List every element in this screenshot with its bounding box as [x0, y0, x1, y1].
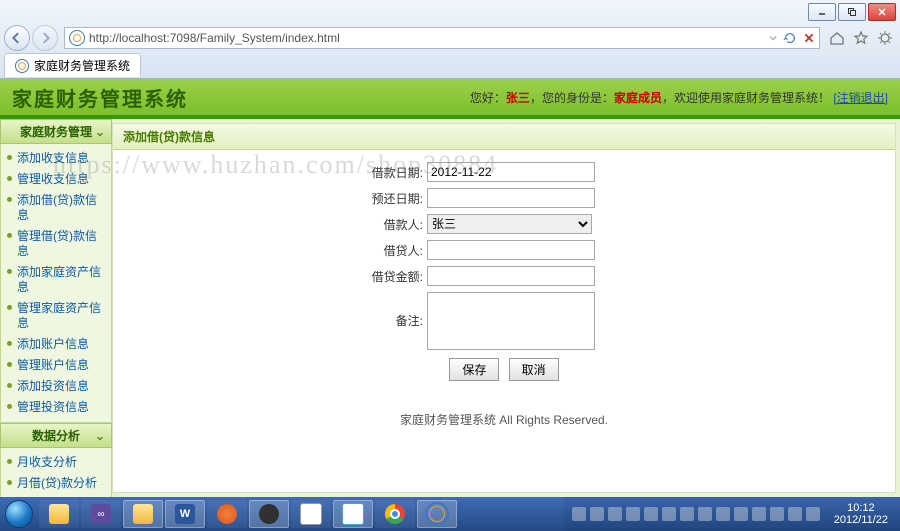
sidebar: 家庭财务管理⌄ 添加收支信息管理收支信息添加借(贷)款信息管理借(贷)款信息添加…	[0, 119, 112, 497]
note-label: 备注:	[333, 292, 427, 329]
tray-icon[interactable]	[590, 507, 604, 521]
start-button[interactable]	[0, 497, 38, 531]
system-tray: 10:12 2012/11/22	[564, 497, 900, 531]
main-panel: https://www.huzhan.com/shop30884 添加借(贷)款…	[112, 123, 896, 493]
ie-icon	[15, 59, 29, 73]
favorites-icon[interactable]	[850, 27, 872, 49]
maximize-button[interactable]	[838, 3, 866, 21]
lender-input[interactable]	[427, 240, 595, 260]
taskbar-item-notepad[interactable]	[333, 500, 373, 528]
panel-title: 添加借(贷)款信息	[113, 124, 895, 150]
return-date-input[interactable]	[427, 188, 595, 208]
sidebar-group-finance[interactable]: 家庭财务管理⌄	[0, 119, 112, 144]
forward-button[interactable]	[32, 25, 58, 51]
taskbar: ∞ W 10:12 2012/11/22	[0, 497, 900, 531]
user-status: 您好：张三，您的身份是：家庭成员，欢迎使用家庭财务管理系统！ [注销退出]	[470, 89, 888, 106]
taskbar-item-word[interactable]: W	[165, 500, 205, 528]
sidebar-item[interactable]: 管理收支信息	[1, 169, 111, 190]
form: 借款日期: 预还日期: 借款人:张三 借贷人: 借贷金额: 备注: 保存 取消	[113, 150, 895, 393]
role: 家庭成员	[614, 91, 662, 105]
date-input[interactable]	[427, 162, 595, 182]
sidebar-item[interactable]: 管理家庭资产信息	[1, 298, 111, 334]
logout-link[interactable]: [注销退出]	[833, 91, 888, 105]
tray-icon[interactable]	[806, 507, 820, 521]
app-header: 家庭财务管理系统 您好：张三，您的身份是：家庭成员，欢迎使用家庭财务管理系统！ …	[0, 79, 900, 116]
sidebar-item[interactable]: 添加借(贷)款信息	[1, 190, 111, 226]
tab-title: 家庭财务管理系统	[34, 57, 130, 74]
chevron-icon: ⌄	[95, 429, 105, 443]
window-controls	[0, 0, 900, 24]
tray-icon[interactable]	[662, 507, 676, 521]
taskbar-item-qq[interactable]	[249, 500, 289, 528]
dropdown-icon[interactable]	[769, 34, 777, 42]
sidebar-item[interactable]: 月借(贷)款分析	[1, 473, 111, 494]
ie-icon	[69, 30, 85, 46]
tray-icon[interactable]	[788, 507, 802, 521]
windows-orb-icon	[5, 500, 33, 528]
app: 家庭财务管理系统 您好：张三，您的身份是：家庭成员，欢迎使用家庭财务管理系统！ …	[0, 79, 900, 497]
cancel-button[interactable]: 取消	[509, 358, 559, 381]
stop-icon[interactable]	[803, 32, 815, 44]
borrower-select[interactable]: 张三	[427, 214, 592, 234]
lender-label: 借贷人:	[333, 242, 427, 259]
tray-icon[interactable]	[716, 507, 730, 521]
tools-icon[interactable]	[874, 27, 896, 49]
tray-icon[interactable]	[770, 507, 784, 521]
taskbar-item-app2[interactable]	[291, 500, 331, 528]
home-icon[interactable]	[826, 27, 848, 49]
sidebar-list-finance: 添加收支信息管理收支信息添加借(贷)款信息管理借(贷)款信息添加家庭资产信息管理…	[0, 144, 112, 423]
sidebar-item[interactable]: 添加家庭资产信息	[1, 262, 111, 298]
clock[interactable]: 10:12 2012/11/22	[828, 502, 894, 526]
date-label: 借款日期:	[333, 164, 427, 181]
sidebar-item[interactable]: 添加账户信息	[1, 334, 111, 355]
tray-icon[interactable]	[608, 507, 622, 521]
amount-label: 借贷金额:	[333, 268, 427, 285]
tray-icon[interactable]	[644, 507, 658, 521]
sidebar-item[interactable]: 管理借(贷)款信息	[1, 226, 111, 262]
minimize-button[interactable]	[808, 3, 836, 21]
tray-icon[interactable]	[626, 507, 640, 521]
taskbar-item-app1[interactable]	[207, 500, 247, 528]
borrower-label: 借款人:	[333, 216, 427, 233]
return-date-label: 预还日期:	[333, 190, 427, 207]
chevron-icon: ⌄	[95, 125, 105, 139]
browser-chrome: http://localhost:7098/Family_System/inde…	[0, 0, 900, 79]
taskbar-item-ie[interactable]	[417, 500, 457, 528]
footer: 家庭财务管理系统 All Rights Reserved.	[113, 393, 895, 446]
tray-icon[interactable]	[698, 507, 712, 521]
browser-tab[interactable]: 家庭财务管理系统	[4, 53, 141, 77]
tab-row: 家庭财务管理系统	[0, 52, 900, 78]
sidebar-item[interactable]: 管理账户信息	[1, 355, 111, 376]
amount-input[interactable]	[427, 266, 595, 286]
sidebar-item[interactable]: 月收支分析	[1, 452, 111, 473]
sidebar-item[interactable]: 添加投资信息	[1, 376, 111, 397]
back-button[interactable]	[4, 25, 30, 51]
clock-time: 10:12	[834, 502, 888, 514]
address-bar[interactable]: http://localhost:7098/Family_System/inde…	[64, 27, 820, 49]
username: 张三	[506, 91, 530, 105]
app-title: 家庭财务管理系统	[12, 83, 188, 112]
tray-icon[interactable]	[752, 507, 766, 521]
sidebar-group-analysis[interactable]: 数据分析⌄	[0, 423, 112, 448]
tray-icon[interactable]	[572, 507, 586, 521]
sidebar-item[interactable]: 管理投资信息	[1, 397, 111, 418]
sidebar-item[interactable]: 添加收支信息	[1, 148, 111, 169]
taskbar-item-vs[interactable]: ∞	[81, 500, 121, 528]
taskbar-item-chrome[interactable]	[375, 500, 415, 528]
tray-icon[interactable]	[680, 507, 694, 521]
refresh-icon[interactable]	[783, 31, 797, 45]
sidebar-item[interactable]: 家庭资产分析	[1, 494, 111, 497]
clock-date: 2012/11/22	[834, 514, 888, 526]
address-row: http://localhost:7098/Family_System/inde…	[0, 24, 900, 52]
note-textarea[interactable]	[427, 292, 595, 350]
save-button[interactable]: 保存	[449, 358, 499, 381]
taskbar-item-folder[interactable]	[123, 500, 163, 528]
url-text: http://localhost:7098/Family_System/inde…	[89, 31, 340, 45]
close-button[interactable]	[868, 3, 896, 21]
taskbar-item-explorer[interactable]	[39, 500, 79, 528]
tray-icon[interactable]	[734, 507, 748, 521]
sidebar-list-analysis: 月收支分析月借(贷)款分析家庭资产分析账户分析投资分析	[0, 448, 112, 497]
